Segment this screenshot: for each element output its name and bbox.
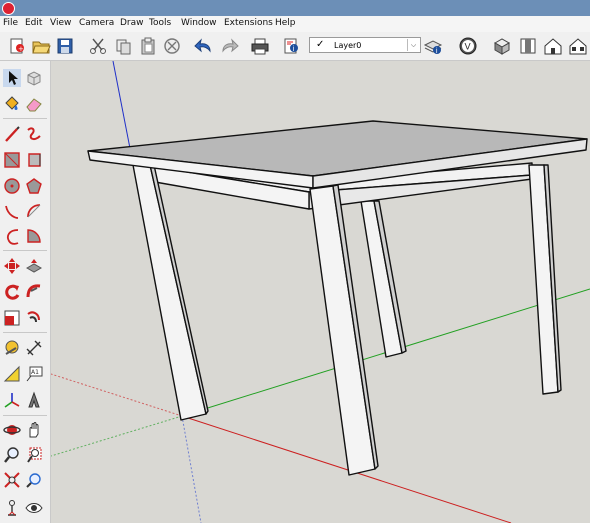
rotated-rectangle-icon[interactable]	[25, 151, 43, 169]
layer-manager-icon[interactable]: i	[423, 36, 443, 56]
model-viewport[interactable]	[51, 61, 590, 523]
table-leg	[132, 164, 207, 421]
three-point-arc-icon[interactable]	[3, 227, 21, 245]
divider	[3, 332, 47, 333]
3d-text-icon[interactable]	[25, 391, 43, 409]
paint-bucket-icon[interactable]	[3, 95, 21, 113]
zoom-extents-icon[interactable]	[3, 471, 21, 489]
svg-text:+: +	[18, 45, 24, 53]
erase-icon[interactable]	[162, 36, 182, 56]
undo-icon[interactable]	[194, 36, 214, 56]
menu-draw[interactable]: Draw	[120, 18, 144, 29]
make-component-icon[interactable]	[25, 69, 43, 87]
protractor-icon[interactable]	[3, 365, 21, 383]
red-axis-hidden	[51, 373, 183, 417]
chevron-down-icon[interactable]: ⌵	[407, 39, 419, 51]
polygon-icon[interactable]	[25, 177, 43, 195]
menu-view[interactable]: View	[50, 18, 71, 29]
print-icon[interactable]	[250, 36, 270, 56]
extension-warehouse-icon[interactable]: V	[458, 36, 478, 56]
dimension-icon[interactable]	[25, 339, 43, 357]
move-icon[interactable]	[3, 257, 21, 275]
divider	[3, 118, 47, 119]
offset-icon[interactable]	[25, 309, 43, 327]
menu-extensions[interactable]: Extensions	[224, 18, 273, 29]
svg-text:i: i	[293, 45, 295, 53]
menu-tools[interactable]: Tools	[149, 18, 171, 29]
freehand-icon[interactable]	[25, 125, 43, 143]
svg-text:i: i	[436, 47, 438, 55]
text-icon[interactable]: A1	[25, 365, 43, 383]
zoom-window-icon[interactable]	[25, 446, 43, 464]
tape-measure-icon[interactable]	[3, 339, 21, 357]
menu-window[interactable]: Window	[181, 18, 217, 29]
divider	[3, 250, 47, 251]
tool-palette: A1	[0, 61, 51, 523]
sketchup-icon[interactable]	[2, 2, 15, 15]
top-view-icon[interactable]	[518, 36, 538, 56]
axes-icon[interactable]	[3, 391, 21, 409]
eraser-icon[interactable]	[25, 95, 43, 113]
arc-icon[interactable]	[3, 202, 21, 220]
save-icon[interactable]	[55, 36, 75, 56]
right-view-icon[interactable]	[568, 36, 588, 56]
follow-me-icon[interactable]	[25, 283, 43, 301]
blue-axis-hidden	[181, 415, 202, 523]
divider	[3, 415, 47, 416]
menu-camera[interactable]: Camera	[79, 18, 114, 29]
iso-view-icon[interactable]	[492, 36, 512, 56]
circle-icon[interactable]	[3, 177, 21, 195]
menu-bar: File Edit View Camera Draw Tools Window …	[0, 16, 590, 33]
push-pull-icon[interactable]	[25, 257, 43, 275]
redo-icon[interactable]	[219, 36, 239, 56]
green-axis-hidden	[51, 415, 183, 457]
two-point-arc-icon[interactable]	[25, 202, 43, 220]
rotate-icon[interactable]	[3, 283, 21, 301]
select-icon[interactable]	[3, 69, 21, 87]
menu-file[interactable]: File	[3, 18, 18, 29]
copy-icon[interactable]	[113, 36, 133, 56]
layer-name: Layer0	[334, 41, 362, 50]
pie-icon[interactable]	[25, 227, 43, 245]
paste-icon[interactable]	[138, 36, 158, 56]
svg-text:A1: A1	[31, 369, 39, 376]
layer-visible-check[interactable]: ✓	[316, 39, 324, 51]
menu-edit[interactable]: Edit	[25, 18, 42, 29]
menu-help[interactable]: Help	[275, 18, 296, 29]
look-around-icon[interactable]	[25, 499, 43, 517]
new-model-icon[interactable]: +	[7, 36, 27, 56]
layer-dropdown[interactable]: ✓ Layer0 ⌵	[309, 37, 421, 53]
position-camera-icon[interactable]	[3, 499, 21, 517]
scale-icon[interactable]	[3, 309, 21, 327]
orbit-icon[interactable]	[3, 421, 21, 439]
pan-icon[interactable]	[25, 421, 43, 439]
cut-icon[interactable]	[88, 36, 108, 56]
zoom-icon[interactable]	[3, 446, 21, 464]
rectangle-icon[interactable]	[3, 151, 21, 169]
line-icon[interactable]	[3, 125, 21, 143]
svg-text:V: V	[465, 43, 472, 53]
model-info-icon[interactable]: i	[281, 36, 301, 56]
front-view-icon[interactable]	[543, 36, 563, 56]
previous-view-icon[interactable]	[25, 471, 43, 489]
main-toolbar: + i i V	[0, 32, 590, 61]
window-titlebar	[0, 0, 590, 16]
open-icon[interactable]	[31, 36, 51, 56]
